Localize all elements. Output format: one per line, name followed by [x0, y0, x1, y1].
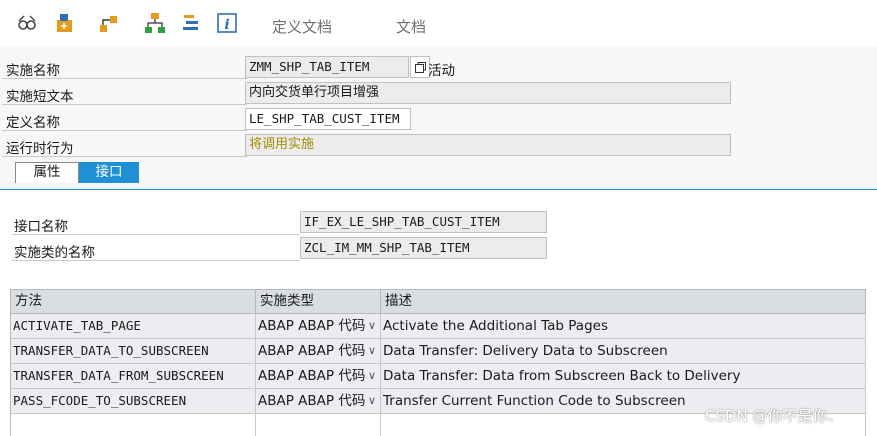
runtime-behavior-label: 运行时行为	[6, 141, 74, 157]
table-row-impl-type[interactable]: ABAP ABAP 代码 ∨	[256, 389, 381, 414]
impl-name-field[interactable]: ZMM_SHP_TAB_ITEM	[245, 56, 409, 78]
definition-documentation-button[interactable]: 定义文档	[272, 16, 332, 37]
svg-text:i: i	[224, 17, 229, 33]
definition-name-label: 定义名称	[6, 115, 60, 131]
interface-name-label: 接口名称	[14, 219, 68, 235]
table-row-description: Data Transfer: Data from Subscreen Back …	[381, 364, 866, 389]
column-header-impl-type[interactable]: 实施类型	[256, 290, 381, 314]
chevron-down-icon[interactable]: ∨	[368, 339, 376, 363]
column-header-description[interactable]: 描述	[381, 290, 866, 314]
table-row-method[interactable]: TRANSFER_DATA_TO_SUBSCREEN	[11, 339, 256, 364]
interface-name-field: IF_EX_LE_SHP_TAB_CUST_ITEM	[300, 211, 547, 233]
tab-interface[interactable]: 接口	[79, 162, 139, 183]
chevron-down-icon[interactable]: ∨	[368, 314, 376, 338]
chevron-down-icon[interactable]: ∨	[368, 389, 376, 413]
impl-type-value: ABAP ABAP 代码	[258, 393, 366, 409]
tab-attributes[interactable]: 属性	[15, 162, 79, 183]
hierarchy-icon[interactable]	[98, 12, 120, 34]
impl-class-label: 实施类的名称	[14, 245, 95, 261]
watermark: CSDN @你不是你、	[705, 407, 843, 425]
column-header-method[interactable]: 方法	[11, 290, 256, 314]
impl-name-label: 实施名称	[6, 63, 60, 79]
copy-icon	[414, 61, 427, 78]
separator	[2, 78, 247, 79]
table-row-impl-type[interactable]: ABAP ABAP 代码 ∨	[256, 314, 381, 339]
table-row-description: Activate the Additional Tab Pages	[381, 314, 866, 339]
open-field-button[interactable]	[410, 56, 430, 78]
impl-short-text-label: 实施短文本	[6, 89, 74, 105]
table-row-method[interactable]: TRANSFER_DATA_FROM_SUBSCREEN	[11, 364, 256, 389]
separator	[2, 104, 247, 105]
align-center-icon[interactable]	[180, 12, 202, 34]
table-row-method[interactable]: PASS_FCODE_TO_SUBSCREEN	[11, 389, 256, 414]
active-status-label: 活动	[428, 63, 455, 79]
impl-type-value: ABAP ABAP 代码	[258, 343, 366, 359]
table-row-empty[interactable]	[256, 414, 381, 436]
impl-short-text-field[interactable]: 内向交货单行项目增强	[245, 82, 731, 104]
separator	[12, 234, 300, 235]
table-row-empty[interactable]	[11, 414, 256, 436]
application-toolbar: i 定义文档 文档	[0, 0, 877, 46]
definition-name-field[interactable]: LE_SHP_TAB_CUST_ITEM	[245, 108, 411, 130]
tree-structure-icon[interactable]	[144, 12, 166, 34]
display-glasses-icon[interactable]	[16, 12, 38, 34]
object-list-icon[interactable]	[54, 12, 76, 34]
impl-type-value: ABAP ABAP 代码	[258, 368, 366, 384]
separator	[2, 130, 247, 131]
tab-strip-divider	[0, 189, 877, 190]
documentation-button[interactable]: 文档	[396, 16, 426, 37]
info-icon[interactable]: i	[216, 12, 238, 34]
table-row-description: Data Transfer: Delivery Data to Subscree…	[381, 339, 866, 364]
table-row-impl-type[interactable]: ABAP ABAP 代码 ∨	[256, 364, 381, 389]
table-row-impl-type[interactable]: ABAP ABAP 代码 ∨	[256, 339, 381, 364]
chevron-down-icon[interactable]: ∨	[368, 364, 376, 388]
separator	[2, 156, 247, 157]
separator	[12, 260, 300, 261]
impl-type-value: ABAP ABAP 代码	[258, 318, 366, 334]
impl-class-field[interactable]: ZCL_IM_MM_SHP_TAB_ITEM	[300, 237, 547, 259]
table-row-method[interactable]: ACTIVATE_TAB_PAGE	[11, 314, 256, 339]
runtime-behavior-field: 将调用实施	[245, 134, 731, 156]
